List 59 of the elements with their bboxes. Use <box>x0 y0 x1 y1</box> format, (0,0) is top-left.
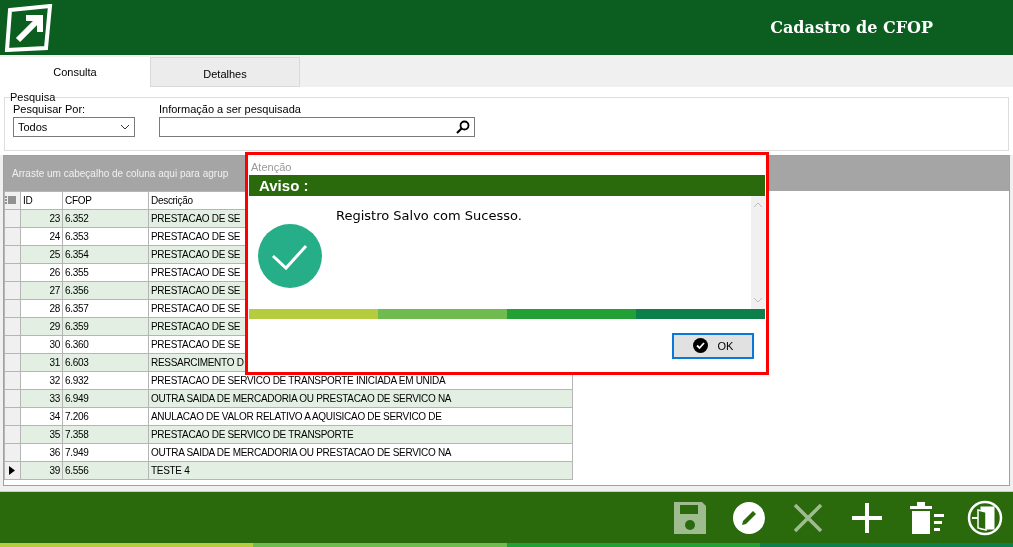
table-cell: TESTE 4 <box>151 465 190 476</box>
pencil-icon <box>731 499 767 536</box>
table-cell: PRESTACAO DE SE <box>151 303 241 314</box>
table-cell: ANULACAO DE VALOR RELATIVO A AQUISICAO DE SERVICO DE <box>151 411 442 422</box>
success-check-icon <box>258 224 322 288</box>
exit-button[interactable] <box>966 498 1004 537</box>
column-header[interactable]: ID <box>23 195 33 206</box>
table-cell: PRESTACAO DE SE <box>151 285 241 296</box>
table-cell: 32 <box>20 371 63 390</box>
table-cell: 7.206 <box>62 407 149 426</box>
table-cell: 24 <box>20 227 63 246</box>
table-cell: 36 <box>20 443 63 462</box>
scroll-down-icon[interactable] <box>753 297 763 303</box>
table-cell: 6.360 <box>62 335 149 354</box>
save-icon <box>672 499 708 536</box>
exit-door-icon <box>967 499 1003 536</box>
tab[interactable]: Consulta <box>0 57 150 87</box>
search-icon[interactable] <box>456 120 470 134</box>
table-cell: 7.949 <box>62 443 149 462</box>
trash-icon <box>908 499 944 536</box>
table-cell: PRESTACAO DE SE <box>151 267 241 278</box>
ok-button[interactable]: OK <box>672 332 754 359</box>
table-cell: 26 <box>20 263 63 282</box>
field-label: Pesquisar Por: <box>13 103 87 115</box>
search-field[interactable] <box>159 117 475 137</box>
table-cell: 6.932 <box>62 371 149 390</box>
logo-icon <box>4 3 54 52</box>
table-cell: PRESTACAO DE SE <box>151 231 241 242</box>
column-header[interactable]: CFOP <box>65 195 92 206</box>
column-header[interactable]: Descrição <box>151 195 193 206</box>
chevron-down-icon <box>120 124 130 130</box>
table-cell: 28 <box>20 299 63 318</box>
scrollbar[interactable] <box>751 196 765 309</box>
table-cell: RESSARCIMENTO D <box>151 357 244 368</box>
table-cell: OUTRA SAIDA DE MERCADORIA OU PRESTACAO DE SERVICO NA <box>151 393 452 404</box>
check-icon <box>692 338 708 353</box>
scroll-up-icon[interactable] <box>753 202 763 208</box>
column-chooser-icon[interactable] <box>5 196 16 205</box>
table-cell: PRESTACAO DE SERVICO DE TRANSPORTE INICIADA EM UNIDA <box>151 375 446 386</box>
table-cell: 34 <box>20 407 63 426</box>
table-cell: PRESTACAO DE SERVICO DE TRANSPORTE <box>151 429 354 440</box>
search-by-dropdown[interactable]: Todos <box>13 117 135 137</box>
dialog-title: Atenção <box>250 160 293 175</box>
table-cell: 30 <box>20 335 63 354</box>
table-cell: 6.357 <box>62 299 149 318</box>
window-title: Cadastro de CFOP <box>770 18 933 37</box>
field-label: Informação a ser pesquisada <box>159 103 302 115</box>
table-cell: OUTRA SAIDA DE MERCADORIA OU PRESTACAO DE SERVICO NA <box>151 447 452 458</box>
group-title: Pesquisa <box>10 91 56 103</box>
table-cell: PRESTACAO DE SE <box>151 339 241 350</box>
table-cell: PRESTACAO DE SE <box>151 213 241 224</box>
dialog-message: Registro Salvo com Sucesso. <box>335 207 523 225</box>
table-cell: PRESTACAO DE SE <box>151 321 241 332</box>
dialog-heading: Aviso : <box>249 175 765 196</box>
tab[interactable]: Detalhes <box>150 57 300 87</box>
current-row-icon <box>9 466 15 475</box>
table-cell: 6.355 <box>62 263 149 282</box>
table-cell: PRESTACAO DE SE <box>151 249 241 260</box>
table-cell: 6.353 <box>62 227 149 246</box>
